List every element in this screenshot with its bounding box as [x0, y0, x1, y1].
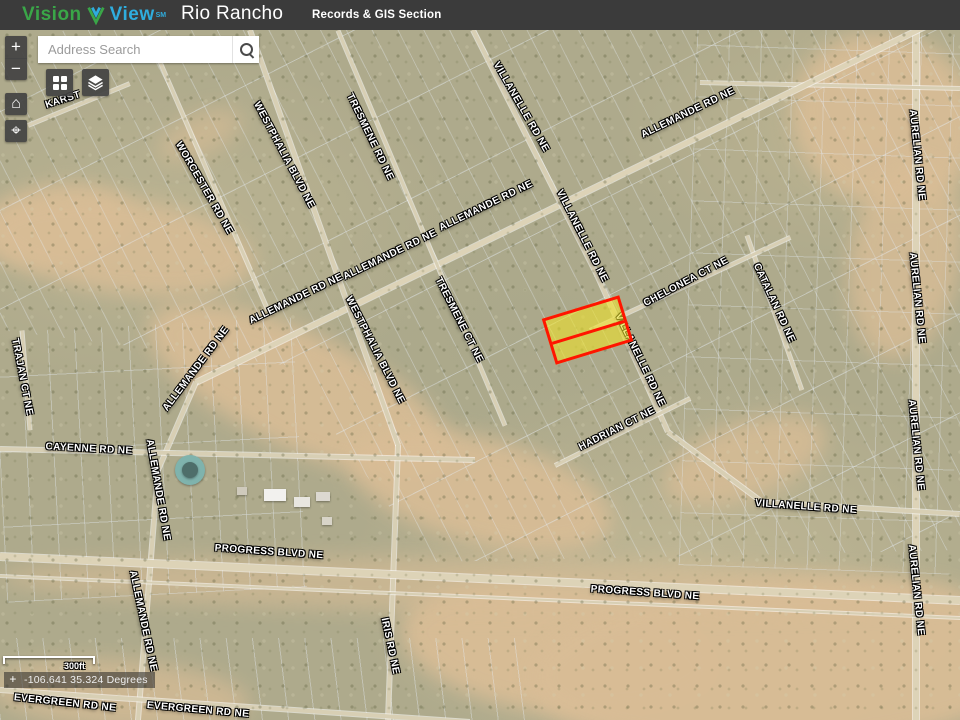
map-canvas[interactable]: KARSTVILLANELLE RD NEALLEMANDE RD NETRES… [0, 30, 960, 720]
building [294, 497, 310, 507]
application-window: Vision View SM Rio Rancho Records & GIS … [0, 0, 960, 720]
plus-icon: + [11, 37, 21, 57]
locate-crosshair-icon: ⌖ [11, 121, 21, 141]
basemap-grid-icon [53, 76, 67, 90]
logo-text-view: View [110, 4, 155, 26]
building [316, 492, 330, 501]
building [264, 489, 286, 501]
section-subtitle: Records & GIS Section [312, 9, 441, 21]
coordinate-readout: + -106.641 35.324 Degrees [4, 672, 155, 688]
building [237, 487, 247, 495]
search-button[interactable] [232, 36, 259, 63]
zoom-in-button[interactable]: + [5, 36, 27, 59]
basemap-gallery-button[interactable] [46, 69, 73, 96]
address-search-bar [38, 36, 259, 63]
minus-icon: − [11, 59, 21, 79]
search-input[interactable] [38, 36, 232, 63]
parcel-divider-line [552, 320, 625, 345]
scale-bar-label: 300ft [64, 661, 85, 671]
zoom-control-group: + − [5, 36, 27, 80]
coordinate-value: -106.641 35.324 Degrees [24, 674, 148, 686]
home-icon: ⌂ [11, 95, 21, 113]
logo-text-vision: Vision [22, 4, 82, 26]
layers-icon [87, 74, 104, 91]
zoom-out-button[interactable]: − [5, 58, 27, 80]
building [322, 517, 332, 525]
layers-button[interactable] [82, 69, 109, 96]
search-icon [240, 43, 253, 56]
vision-view-logo[interactable]: Vision View SM [22, 4, 166, 26]
water-tank [182, 462, 198, 478]
locate-button[interactable]: ⌖ [5, 120, 27, 142]
top-header-bar: Vision View SM Rio Rancho Records & GIS … [0, 0, 960, 30]
logo-sm-mark: SM [156, 12, 167, 19]
logo-v-icon [85, 4, 107, 26]
home-extent-button[interactable]: ⌂ [5, 93, 27, 115]
page-title: Rio Rancho [181, 3, 283, 25]
coordinate-crosshair-icon[interactable]: + [7, 674, 19, 686]
